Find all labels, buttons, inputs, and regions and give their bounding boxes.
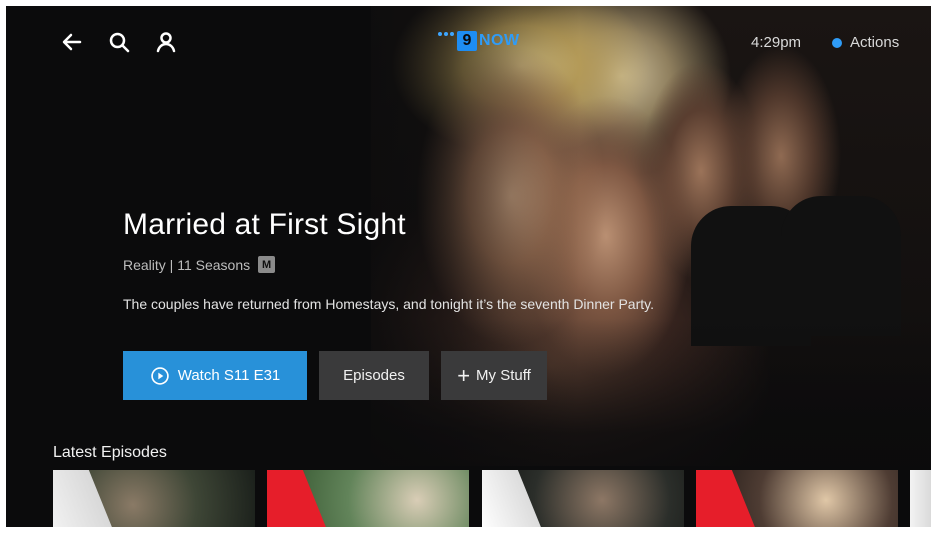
episode-thumbnail[interactable]: [482, 470, 684, 527]
actions-button[interactable]: Actions: [832, 34, 899, 51]
logo-nine-mark: 9: [457, 31, 477, 51]
my-stuff-button[interactable]: + My Stuff: [441, 351, 547, 400]
watch-button[interactable]: Watch S11 E31: [123, 351, 307, 400]
rating-badge: M: [258, 256, 276, 273]
episodes-button[interactable]: Episodes: [319, 351, 429, 400]
logo-wordmark: NOW: [479, 32, 520, 49]
latest-episodes-row: [53, 470, 931, 527]
episode-thumbnail[interactable]: [696, 470, 898, 527]
back-button[interactable]: [58, 28, 86, 56]
9now-logo: 9 NOW: [438, 29, 528, 53]
plus-icon: +: [457, 362, 471, 388]
blue-dot-icon: [832, 37, 842, 48]
tv-screen: 9 NOW 4:29pm Actions Married at First Si…: [6, 6, 931, 527]
episodes-label: Episodes: [343, 367, 405, 384]
profile-button[interactable]: [152, 28, 180, 56]
episode-thumbnail[interactable]: [53, 470, 255, 527]
my-stuff-label: My Stuff: [476, 367, 531, 384]
latest-episodes-heading: Latest Episodes: [53, 444, 167, 461]
logo-dots-icon: [438, 32, 454, 50]
episode-thumbnail[interactable]: [267, 470, 469, 527]
show-meta: Reality | 11 Seasons M: [123, 256, 276, 273]
profile-icon: [156, 32, 176, 53]
episode-thumbnail[interactable]: [910, 470, 931, 527]
show-genre-seasons: Reality | 11 Seasons: [123, 256, 251, 273]
play-icon: [150, 366, 169, 385]
watch-label: Watch S11 E31: [177, 367, 281, 384]
search-icon: [109, 32, 130, 53]
actions-label: Actions: [850, 34, 900, 51]
back-arrow-icon: [62, 33, 82, 51]
show-title: Married at First Sight: [123, 208, 406, 241]
clock: 4:29pm: [751, 34, 802, 51]
show-description: The couples have returned from Homestays…: [123, 296, 654, 312]
search-button[interactable]: [105, 28, 133, 56]
top-bar: 9 NOW 4:29pm Actions: [6, 6, 931, 76]
